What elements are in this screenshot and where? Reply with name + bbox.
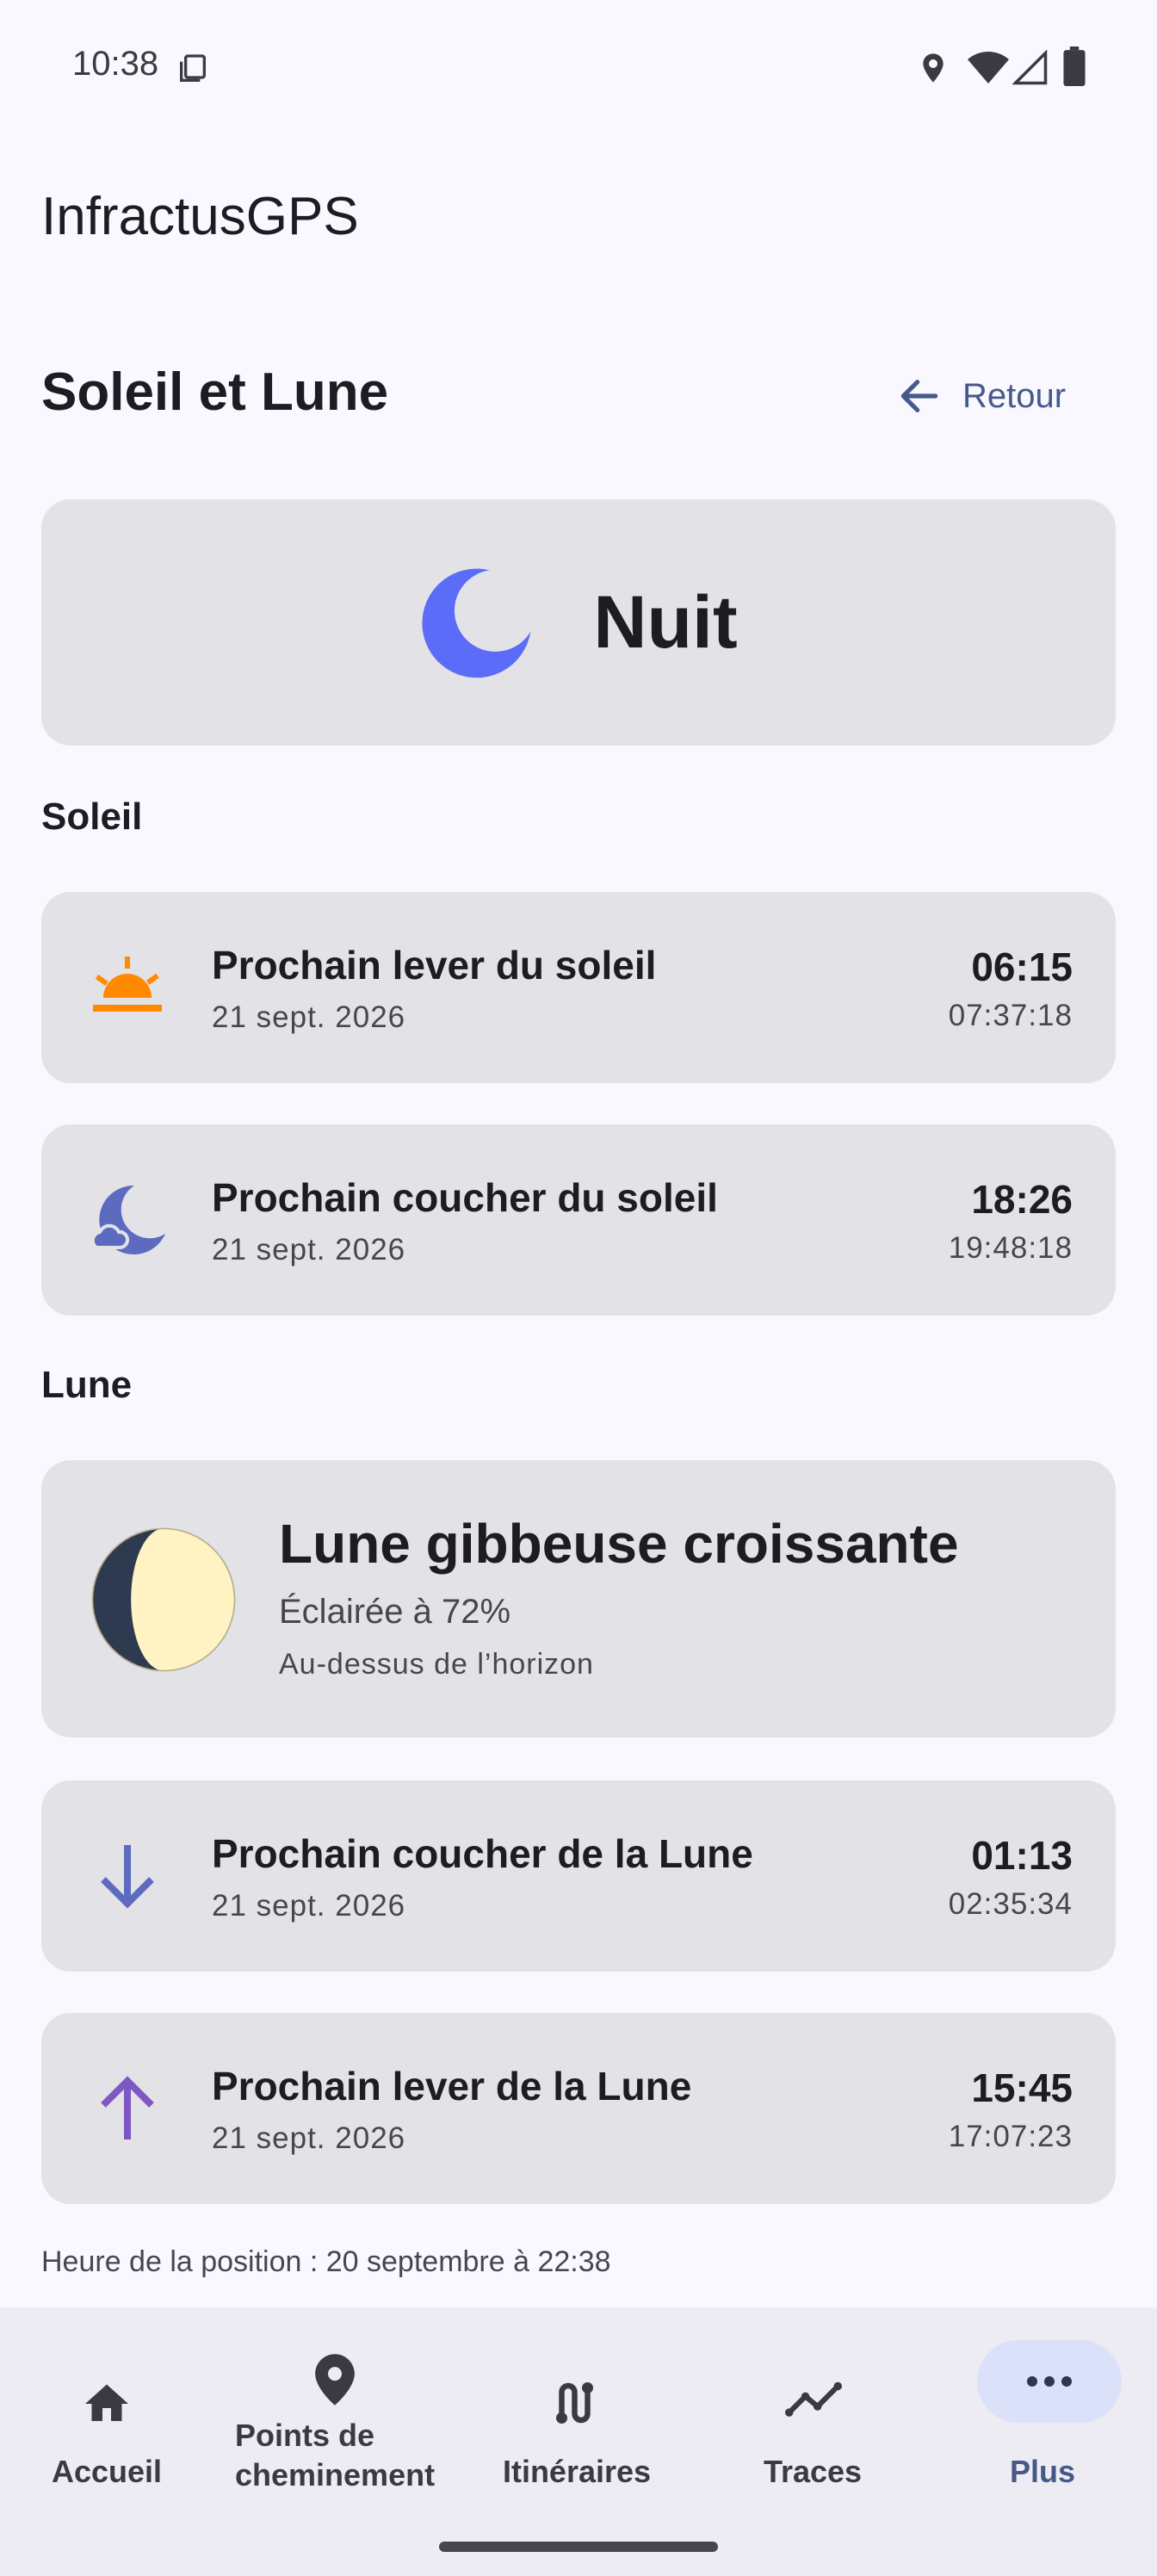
location-pin-icon (315, 2354, 355, 2406)
event-date: 21 sept. 2026 (212, 1889, 406, 1923)
event-time-detail: 19:48:18 (948, 1231, 1073, 1265)
signal-icon (1012, 50, 1048, 85)
nav-label: Itinéraires (502, 2454, 652, 2489)
page-title: Soleil et Lune (41, 362, 389, 422)
moon-phase-card: Lune gibbeuse croissante Éclairée à 72% … (41, 1460, 1116, 1737)
nav-label: Points de cheminement (235, 2418, 436, 2492)
event-title: Prochain coucher du soleil (212, 1175, 718, 1220)
arrow-down-icon (101, 1845, 154, 1909)
sunrise-icon (93, 957, 162, 1012)
moon-horizon-status: Au-dessus de l’horizon (279, 1648, 594, 1681)
more-icon (1027, 2376, 1072, 2387)
back-button[interactable]: Retour (895, 362, 1119, 430)
event-time: 15:45 (971, 2065, 1073, 2110)
event-time-detail: 17:07:23 (948, 2120, 1073, 2153)
moonrise-card[interactable]: Prochain lever de la Lune 21 sept. 2026 … (41, 2013, 1116, 2204)
clipboard-icon (180, 54, 206, 82)
event-title: Prochain lever du soleil (212, 943, 657, 988)
sunset-card[interactable]: Prochain coucher du soleil 21 sept. 2026… (41, 1124, 1116, 1316)
event-date: 21 sept. 2026 (212, 1233, 406, 1266)
sun-section-label: Soleil (41, 796, 143, 838)
day-night-label: Nuit (593, 580, 738, 664)
event-title: Prochain lever de la Lune (212, 2064, 692, 2108)
moon-icon (422, 568, 531, 678)
event-date: 21 sept. 2026 (212, 1000, 406, 1034)
location-icon (923, 53, 944, 83)
back-button-label: Retour (962, 376, 1067, 415)
status-bar: 10:38 (0, 0, 1157, 138)
event-time: 01:13 (971, 1833, 1073, 1878)
moon-phase-icon (91, 1527, 236, 1672)
moon-illumination: Éclairée à 72% (279, 1593, 511, 1631)
gesture-handle[interactable] (439, 2542, 718, 2552)
event-title: Prochain coucher de la Lune (212, 1831, 753, 1876)
moon-section-label: Lune (41, 1364, 133, 1406)
wifi-icon (968, 52, 1009, 84)
event-time-detail: 07:37:18 (948, 999, 1073, 1032)
app-title: InfractusGPS (41, 187, 359, 246)
nav-label: Plus (1009, 2454, 1076, 2489)
nav-item-waypoints[interactable]: Points de cheminement (213, 2307, 456, 2514)
arrow-back-icon (900, 380, 938, 412)
moon-phase-title: Lune gibbeuse croissante (279, 1513, 959, 1575)
moonset-card[interactable]: Prochain coucher de la Lune 21 sept. 202… (41, 1780, 1116, 1972)
battery-icon (1063, 46, 1086, 86)
sunrise-card[interactable]: Prochain lever du soleil 21 sept. 2026 0… (41, 892, 1116, 1083)
event-time: 06:15 (971, 944, 1073, 989)
arrow-up-icon (101, 2076, 154, 2139)
status-time: 10:38 (72, 45, 159, 83)
bottom-navigation: Accueil Points de cheminement Itinéraire… (0, 2307, 1157, 2576)
event-date: 21 sept. 2026 (212, 2121, 406, 2155)
nav-label: Traces (763, 2454, 863, 2489)
day-night-card: Nuit (41, 499, 1116, 746)
route-icon (556, 2382, 593, 2424)
event-time-detail: 02:35:34 (948, 1887, 1073, 1921)
home-icon (85, 2384, 128, 2421)
position-timestamp: Heure de la position : 20 septembre à 22… (41, 2245, 611, 2278)
track-icon (785, 2381, 842, 2417)
night-cloud-icon (90, 1185, 165, 1254)
nav-item-more[interactable]: Plus (928, 2307, 1157, 2514)
nav-label: Accueil (51, 2454, 163, 2489)
nav-item-accueil[interactable]: Accueil (0, 2307, 213, 2514)
event-time: 18:26 (971, 1177, 1073, 1222)
nav-item-routes[interactable]: Itinéraires (456, 2307, 697, 2514)
nav-item-traces[interactable]: Traces (697, 2307, 928, 2514)
